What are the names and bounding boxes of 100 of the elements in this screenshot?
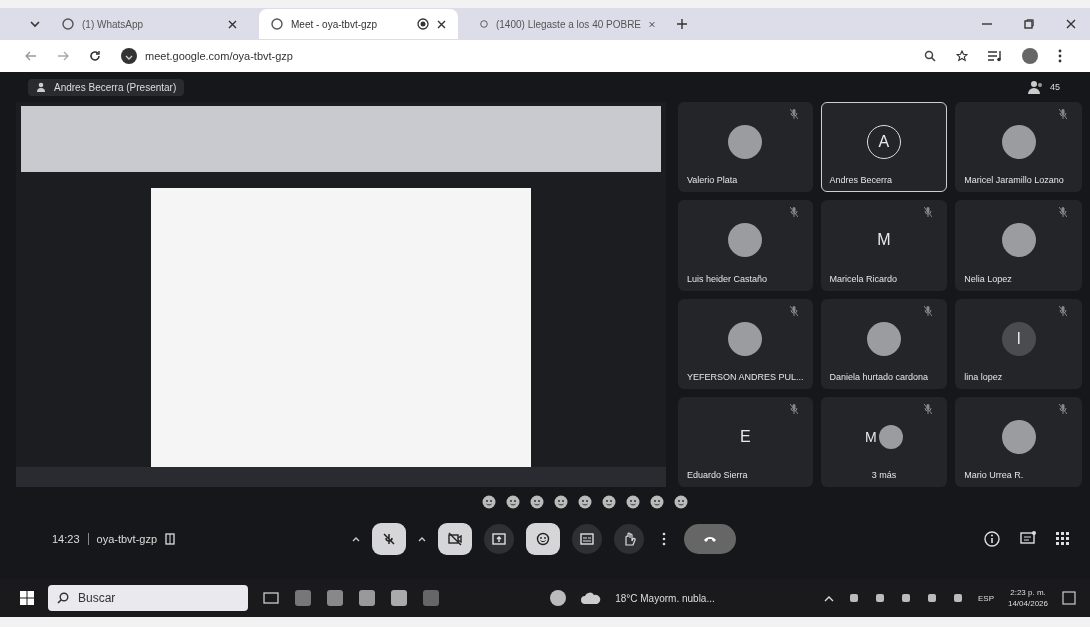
media-control-icon[interactable] bbox=[988, 50, 1002, 62]
browser-tab[interactable]: (1400) Llegaste a los 40 POBRE bbox=[468, 9, 667, 39]
chevron-down-icon[interactable] bbox=[30, 20, 40, 28]
mic-button[interactable] bbox=[372, 523, 406, 555]
avatar-placeholder bbox=[1001, 125, 1036, 160]
participant-name: lina lopez bbox=[964, 371, 1003, 382]
emoji-icon[interactable] bbox=[554, 495, 568, 509]
participant-name: 3 más bbox=[871, 470, 897, 480]
back-arrow-icon[interactable] bbox=[25, 51, 37, 61]
url-text[interactable]: meet.google.com/oya-tbvt-gzp bbox=[145, 50, 293, 62]
app-icon[interactable] bbox=[294, 589, 312, 607]
avatar-letter: I bbox=[1001, 321, 1036, 356]
participant-tile[interactable]: I lina lopez bbox=[955, 298, 1082, 389]
present-button[interactable] bbox=[484, 524, 514, 554]
info-icon[interactable] bbox=[984, 531, 1000, 547]
reload-icon[interactable] bbox=[89, 50, 101, 62]
participant-tile[interactable]: M Maricela Ricardo bbox=[820, 200, 948, 291]
app-icon[interactable] bbox=[358, 589, 376, 607]
close-icon[interactable] bbox=[1066, 19, 1076, 29]
browser-tab[interactable]: (1) WhatsApp bbox=[50, 9, 249, 39]
avatar-placeholder bbox=[728, 223, 763, 258]
leave-call-button[interactable] bbox=[684, 524, 736, 554]
participant-count: 45 bbox=[1050, 82, 1060, 92]
close-icon[interactable] bbox=[437, 19, 446, 29]
emoji-icon[interactable] bbox=[602, 495, 616, 509]
emoji-icon[interactable] bbox=[626, 495, 640, 509]
chat-icon[interactable] bbox=[1020, 531, 1036, 547]
clock-date[interactable]: 14/04/2026 bbox=[1007, 598, 1048, 609]
site-info-icon[interactable] bbox=[121, 48, 137, 64]
clock-time[interactable]: 2:23 p. m. bbox=[1010, 587, 1046, 598]
avatar-letter: E bbox=[738, 426, 752, 447]
search-icon bbox=[57, 592, 69, 604]
reactions-button[interactable] bbox=[526, 523, 560, 555]
avatar-placeholder bbox=[1001, 223, 1036, 258]
zoom-icon[interactable] bbox=[924, 50, 936, 62]
meeting-time: 14:23 bbox=[52, 533, 80, 545]
mic-off-icon bbox=[1059, 207, 1067, 218]
captions-button[interactable] bbox=[572, 524, 602, 554]
host-controls-icon[interactable] bbox=[165, 533, 176, 545]
more-vertical-icon[interactable] bbox=[1058, 49, 1062, 63]
close-icon[interactable] bbox=[228, 19, 237, 29]
chevron-up-icon[interactable] bbox=[418, 536, 426, 542]
chevron-up-icon[interactable] bbox=[352, 536, 360, 542]
avatar-placeholder bbox=[866, 321, 901, 356]
emoji-icon[interactable] bbox=[674, 495, 688, 509]
present-screen-icon bbox=[492, 532, 506, 546]
participant-name: Valerio Plata bbox=[687, 175, 738, 186]
participant-tile[interactable]: Valerio Plata bbox=[678, 102, 813, 193]
hand-icon bbox=[622, 532, 636, 546]
weather-text[interactable]: 18°C Mayorm. nubla... bbox=[615, 592, 715, 604]
tray-app-icon[interactable] bbox=[847, 592, 860, 604]
raise-hand-button[interactable] bbox=[614, 524, 644, 554]
captions-icon bbox=[580, 532, 594, 546]
search-field[interactable]: Buscar bbox=[48, 585, 248, 611]
mic-off-icon bbox=[924, 403, 933, 414]
participant-name: YEFERSON ANDRES PUL... bbox=[687, 371, 804, 382]
tab-favicon-icon bbox=[271, 18, 283, 30]
restore-icon[interactable] bbox=[1024, 19, 1034, 29]
participant-tile[interactable]: Nelia Lopez bbox=[955, 200, 1082, 291]
participant-name: Nelia Lopez bbox=[964, 273, 1012, 284]
notifications-icon[interactable] bbox=[1062, 591, 1076, 605]
presenter-label: Andres Becerra (Presentar) bbox=[54, 81, 177, 93]
participant-name: Eduardo Sierra bbox=[687, 470, 748, 480]
profile-avatar-icon[interactable] bbox=[1022, 48, 1038, 64]
participant-name: Mario Urrea R. bbox=[964, 470, 1024, 480]
star-icon[interactable] bbox=[956, 50, 968, 62]
input-language[interactable]: ESP bbox=[977, 593, 994, 603]
mic-off-icon bbox=[382, 532, 396, 546]
participant-tile[interactable]: Daniela hurtado cardona bbox=[820, 298, 948, 389]
emoji-icon[interactable] bbox=[482, 495, 496, 509]
avatar-placeholder bbox=[728, 321, 763, 356]
participant-tile[interactable]: Luis heider Castaño bbox=[678, 200, 813, 291]
participant-name: Andres Becerra bbox=[829, 175, 893, 186]
emoji-icon[interactable] bbox=[530, 495, 544, 509]
camera-off-icon bbox=[448, 532, 462, 546]
people-icon[interactable] bbox=[1028, 80, 1044, 94]
plus-icon[interactable] bbox=[677, 19, 687, 29]
app-icon[interactable] bbox=[326, 589, 344, 607]
camera-button[interactable] bbox=[438, 523, 472, 555]
apps-grid-icon[interactable] bbox=[1056, 532, 1070, 546]
participant-name: Luis heider Castaño bbox=[687, 273, 768, 284]
emoji-icon[interactable] bbox=[578, 495, 592, 509]
windows-logo-icon[interactable] bbox=[20, 591, 34, 605]
participant-tile[interactable]: Mario Urrea R. bbox=[955, 396, 1082, 487]
tab-favicon-icon bbox=[62, 18, 74, 30]
participant-tile[interactable]: YEFERSON ANDRES PUL... bbox=[678, 298, 813, 389]
participant-tile[interactable]: M 3 más bbox=[820, 396, 948, 487]
emoji-icon[interactable] bbox=[506, 495, 520, 509]
participant-name: Maricela Ricardo bbox=[829, 273, 898, 284]
browser-tab[interactable]: Meet - oya-tbvt-gzp bbox=[259, 9, 458, 39]
app-icon[interactable] bbox=[390, 589, 408, 607]
participant-tile[interactable]: A Andres Becerra bbox=[820, 102, 948, 193]
task-view-icon[interactable] bbox=[262, 589, 280, 607]
mic-off-icon bbox=[789, 403, 798, 414]
mic-off-icon bbox=[924, 305, 933, 316]
emoji-icon[interactable] bbox=[650, 495, 664, 509]
participant-tile[interactable]: Maricel Jaramillo Lozano bbox=[955, 102, 1082, 193]
chevron-up-icon[interactable] bbox=[823, 594, 834, 602]
avatar-letter: M bbox=[865, 428, 877, 445]
participant-tile[interactable]: E Eduardo Sierra bbox=[678, 396, 813, 487]
